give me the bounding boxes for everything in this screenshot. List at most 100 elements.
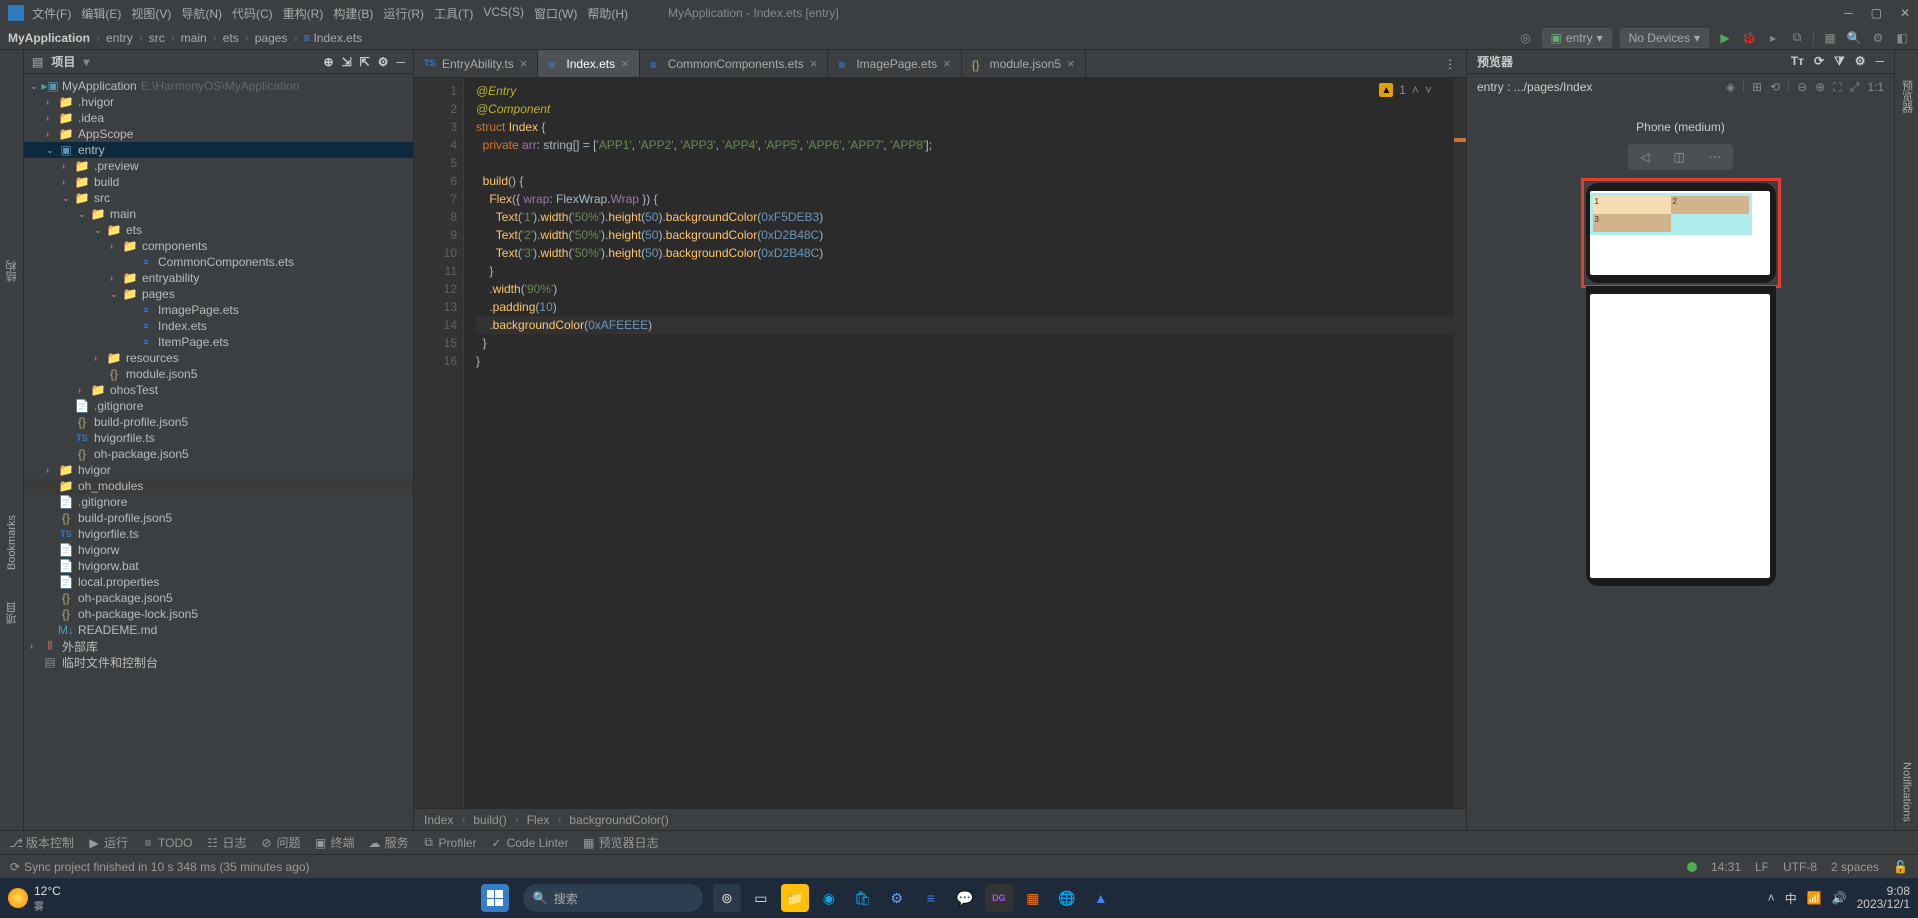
run-config-select[interactable]: ▣ entry ▾ <box>1542 28 1612 48</box>
crumb-entry[interactable]: entry <box>106 31 133 45</box>
app-edge[interactable]: ◉ <box>815 884 843 912</box>
code-line-16[interactable]: } <box>476 352 1454 370</box>
tool-Code Linter[interactable]: ✓Code Linter <box>491 836 569 850</box>
tree-build-profile.json5[interactable]: {}build-profile.json5 <box>24 414 413 430</box>
tool-问题[interactable]: ⊘问题 <box>261 834 301 851</box>
crumb-main[interactable]: main <box>181 31 207 45</box>
app-wechat[interactable]: 💬 <box>951 884 979 912</box>
tool-预览器日志[interactable]: ▦预览器日志 <box>583 834 659 851</box>
status-encoding[interactable]: UTF-8 <box>1783 860 1817 874</box>
bcrumb-backgroundColor()[interactable]: backgroundColor() <box>569 813 668 827</box>
start-button[interactable] <box>481 884 509 912</box>
coverage-button[interactable]: ▸ <box>1765 30 1781 46</box>
tool-版本控制[interactable]: ⎇版本控制 <box>10 834 74 851</box>
menu-h[interactable]: 帮助(H) <box>587 5 628 22</box>
code-line-9[interactable]: Text('2').width('50%').height(50).backgr… <box>476 226 1454 244</box>
tree-local.properties[interactable]: 📄local.properties <box>24 574 413 590</box>
crumb-MyApplication[interactable]: MyApplication <box>8 31 90 45</box>
code-line-13[interactable]: .padding(10) <box>476 298 1454 316</box>
tab-close-icon[interactable]: × <box>621 56 629 71</box>
tab-close-icon[interactable]: × <box>520 56 528 71</box>
tabs-more-icon[interactable]: ⋮ <box>1434 50 1466 77</box>
app-datagrip[interactable]: DG <box>985 884 1013 912</box>
expand-icon[interactable]: ⇲ <box>342 55 352 69</box>
tree-hvigorw.bat[interactable]: 📄hvigorw.bat <box>24 558 413 574</box>
one-to-one-icon[interactable]: 1:1 <box>1867 80 1884 95</box>
tree-ImagePage.ets[interactable]: ≡ImagePage.ets <box>24 302 413 318</box>
tree-.gitignore[interactable]: 📄.gitignore <box>24 494 413 510</box>
prev-issue-icon[interactable]: ˄ <box>1412 83 1419 97</box>
tree-AppScope[interactable]: ›📁AppScope <box>24 126 413 142</box>
tray-sound-icon[interactable]: 🔊 <box>1832 891 1847 905</box>
split-icon[interactable]: ◫ <box>1673 150 1684 164</box>
prev-tool-tt[interactable]: Tᴛ <box>1791 54 1804 69</box>
menu-c[interactable]: 代码(C) <box>232 5 273 22</box>
tree-CommonComponents.ets[interactable]: ≡CommonComponents.ets <box>24 254 413 270</box>
refresh-icon[interactable]: ⟳ <box>1814 54 1824 69</box>
tree-src[interactable]: ⌄📁src <box>24 190 413 206</box>
taskbar-clock[interactable]: 9:08 2023/12/1 <box>1857 885 1910 911</box>
tree-hvigorfile.ts[interactable]: TShvigorfile.ts <box>24 526 413 542</box>
tree-.idea[interactable]: ›📁.idea <box>24 110 413 126</box>
grid-icon[interactable]: ⊞ <box>1752 80 1762 95</box>
tray-wifi-icon[interactable]: 📶 <box>1807 891 1822 905</box>
tray-ime-icon[interactable]: 中 <box>1785 890 1797 907</box>
tree-pages[interactable]: ⌄📁pages <box>24 286 413 302</box>
tree-build-profile.json5[interactable]: {}build-profile.json5 <box>24 510 413 526</box>
code-line-15[interactable]: } <box>476 334 1454 352</box>
app-taskview[interactable]: ▭ <box>747 884 775 912</box>
app-copilot[interactable]: ⊚ <box>713 884 741 912</box>
tree-resources[interactable]: ›📁resources <box>24 350 413 366</box>
tool-Profiler[interactable]: ⧉Profiler <box>423 836 477 850</box>
menu-b[interactable]: 构建(B) <box>333 5 373 22</box>
filter-icon[interactable]: ⧩ <box>1834 54 1845 69</box>
project-tool-button[interactable]: 项目 <box>4 602 20 624</box>
menu-r[interactable]: 运行(R) <box>383 5 424 22</box>
tree-oh-package.json5[interactable]: {}oh-package.json5 <box>24 590 413 606</box>
tree-build[interactable]: ›📁build <box>24 174 413 190</box>
weather-widget[interactable]: 12°C 雾 <box>8 884 61 913</box>
menu-n[interactable]: 导航(N) <box>181 5 222 22</box>
rotate-icon[interactable]: ⟲ <box>1770 80 1780 95</box>
locate-icon[interactable]: ⊕ <box>324 55 334 69</box>
tab-module.json5[interactable]: {}module.json5× <box>962 50 1086 77</box>
code-editor[interactable]: @Entry@Componentstruct Index { private a… <box>464 78 1454 808</box>
tree-ets[interactable]: ⌄📁ets <box>24 222 413 238</box>
code-line-1[interactable]: @Entry <box>476 82 1454 100</box>
code-line-6[interactable]: build() { <box>476 172 1454 190</box>
tree-MyApplication[interactable]: ⌄▸▣MyApplicationE:\HarmonyOS\MyApplicati… <box>24 78 413 94</box>
code-line-12[interactable]: .width('90%') <box>476 280 1454 298</box>
menu-v[interactable]: 视图(V) <box>131 5 171 22</box>
search-icon[interactable]: 🔍 <box>1846 30 1862 46</box>
status-indent[interactable]: 2 spaces <box>1831 860 1879 874</box>
menu-r[interactable]: 重构(R) <box>283 5 324 22</box>
bcrumb-Flex[interactable]: Flex <box>527 813 550 827</box>
hide-previewer-icon[interactable]: ─ <box>1875 54 1884 69</box>
project-tree[interactable]: ⌄▸▣MyApplicationE:\HarmonyOS\MyApplicati… <box>24 74 413 830</box>
app-vscode[interactable]: ≡ <box>917 884 945 912</box>
tool-日志[interactable]: ☷日志 <box>206 834 246 851</box>
profile-button[interactable]: ⧉ <box>1789 30 1805 46</box>
status-line-ending[interactable]: LF <box>1755 860 1769 874</box>
app-vm[interactable]: ▦ <box>1019 884 1047 912</box>
app-chrome[interactable]: 🌐 <box>1053 884 1081 912</box>
inspection-widget[interactable]: ▲ 1 ˄ ˅ <box>1375 82 1436 98</box>
readonly-icon[interactable]: 🔓 <box>1893 860 1908 874</box>
menu-t[interactable]: 工具(T) <box>434 5 473 22</box>
zoom-in-icon[interactable]: ⊕ <box>1815 80 1825 95</box>
tool-icon-1[interactable]: ▦ <box>1822 30 1838 46</box>
tree-module.json5[interactable]: {}module.json5 <box>24 366 413 382</box>
app-store[interactable]: 🛍 <box>849 884 877 912</box>
device-select[interactable]: No Devices ▾ <box>1620 28 1709 48</box>
menu-e[interactable]: 编辑(E) <box>81 5 121 22</box>
tool-终端[interactable]: ▣终端 <box>315 834 355 851</box>
tree-外部库[interactable]: ›⫴外部库 <box>24 638 413 654</box>
app-settings[interactable]: ⚙ <box>883 884 911 912</box>
crumb-ets[interactable]: ets <box>223 31 239 45</box>
menu-f[interactable]: 文件(F) <box>32 5 71 22</box>
tree-临时文件和控制台[interactable]: ▤临时文件和控制台 <box>24 654 413 670</box>
code-line-2[interactable]: @Component <box>476 100 1454 118</box>
crumb-pages[interactable]: pages <box>255 31 288 45</box>
prev-settings-icon[interactable]: ⚙ <box>1855 54 1866 69</box>
next-issue-icon[interactable]: ˅ <box>1425 83 1432 97</box>
